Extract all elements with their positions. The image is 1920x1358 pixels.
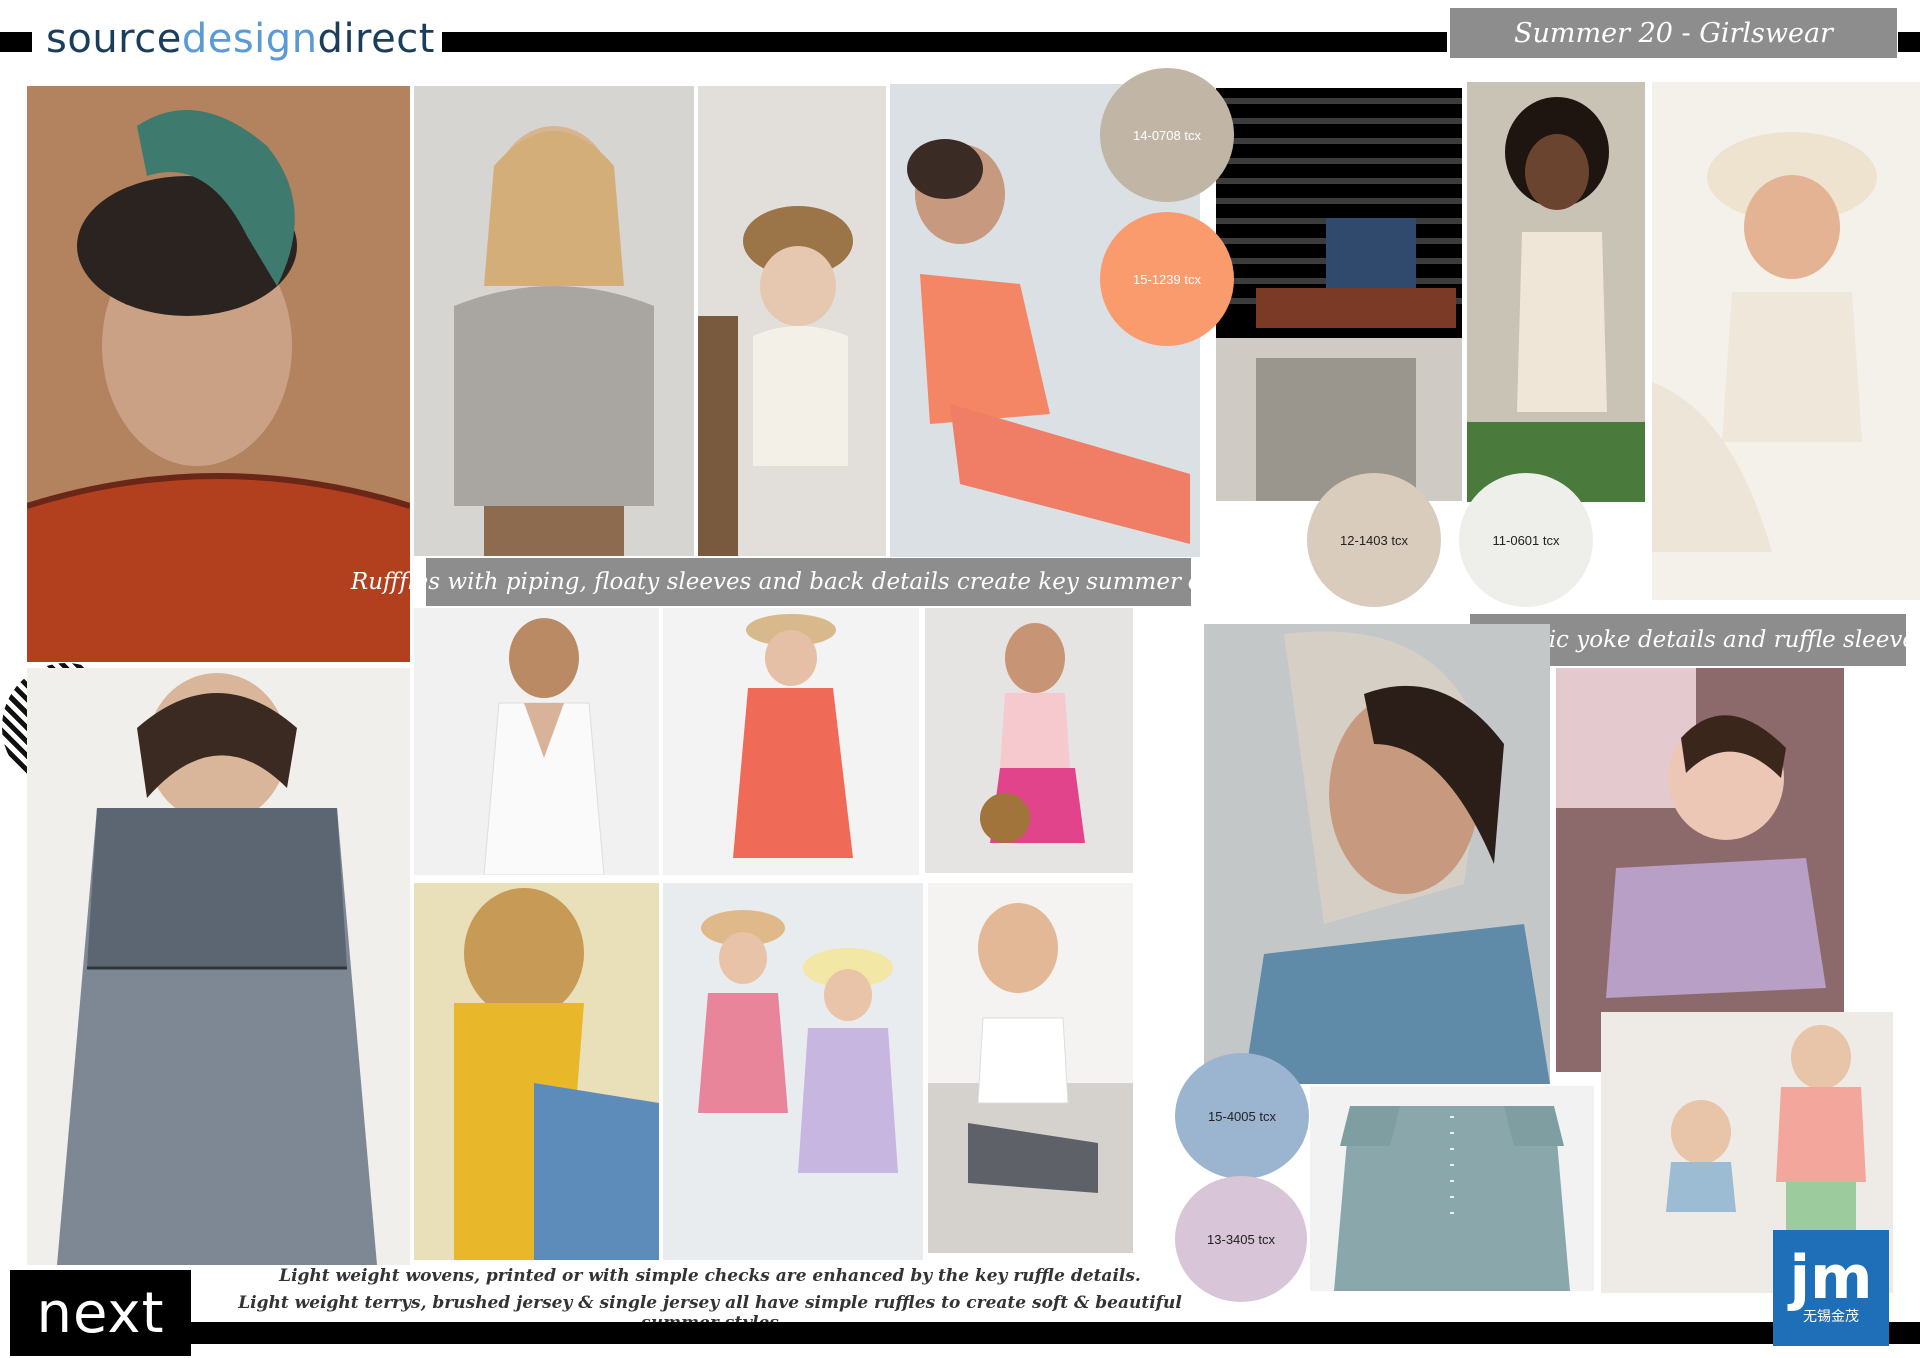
photo-pink-lilac-dresses <box>663 883 923 1260</box>
logo-part-design: design <box>181 16 318 62</box>
swatch-label: 13-3405 tcx <box>1207 1231 1275 1247</box>
photo-blue-ruffle-top-profile <box>1204 624 1550 1084</box>
season-title: Summer 20 - Girlswear <box>1450 8 1897 58</box>
header-bar-left <box>0 32 32 52</box>
description-line-2: Light weight terrys, brushed jersey & si… <box>238 1293 1182 1333</box>
photo-coral-dress-hat <box>663 608 919 875</box>
photo-toddler-white-blouse <box>928 883 1133 1253</box>
swatch-11-0601: 11-0601 tcx <box>1459 473 1593 607</box>
swatch-15-1239: 15-1239 tcx <box>1100 212 1234 346</box>
swatch-label: 15-1239 tcx <box>1133 271 1201 287</box>
photo-girl-gingham-dress <box>27 668 410 1265</box>
photo-denim-yellow-ruffle <box>414 883 659 1260</box>
photo-blue-dot-dress-flat <box>1310 1086 1594 1291</box>
jm-logo-mark: jm <box>1789 1243 1873 1313</box>
swatch-label: 15-4005 tcx <box>1208 1108 1276 1124</box>
next-brand-logo: next <box>10 1270 191 1356</box>
swatch-12-1403: 12-1403 tcx <box>1307 473 1441 607</box>
description-line-1: Light weight wovens, printed or with sim… <box>279 1266 1141 1286</box>
logo-part-direct: direct <box>317 16 435 62</box>
photo-grey-ruffle-sweater <box>414 86 694 556</box>
photo-white-back-detail-dress <box>414 608 659 875</box>
jm-company-name: 无锡金茂 <box>1803 1309 1859 1325</box>
brand-logo: sourcedesigndirect <box>46 16 435 66</box>
swatch-15-4005: 15-4005 tcx <box>1175 1053 1309 1179</box>
swatch-label: 14-0708 tcx <box>1133 127 1201 143</box>
logo-part-source: source <box>46 16 182 62</box>
header-bar-end <box>1898 32 1920 52</box>
jm-company-badge: jm 无锡金茂 <box>1773 1230 1889 1346</box>
footer-bar <box>191 1322 1920 1344</box>
caption-ruffles: Rufffles with piping, floaty sleeves and… <box>351 558 1266 606</box>
header-bar-right <box>442 32 1447 52</box>
swatch-label: 11-0601 tcx <box>1492 532 1560 548</box>
photo-pink-skirt-basket <box>925 608 1133 873</box>
photo-girl-bucket-hat <box>1652 82 1920 600</box>
photo-toddler-straw-hat <box>698 86 886 556</box>
photo-striped-top-ukulele <box>1216 88 1462 501</box>
photo-girl-ruffle-romper <box>1467 82 1645 502</box>
swatch-label: 12-1403 tcx <box>1340 532 1408 548</box>
swatch-14-0708: 14-0708 tcx <box>1100 68 1234 202</box>
